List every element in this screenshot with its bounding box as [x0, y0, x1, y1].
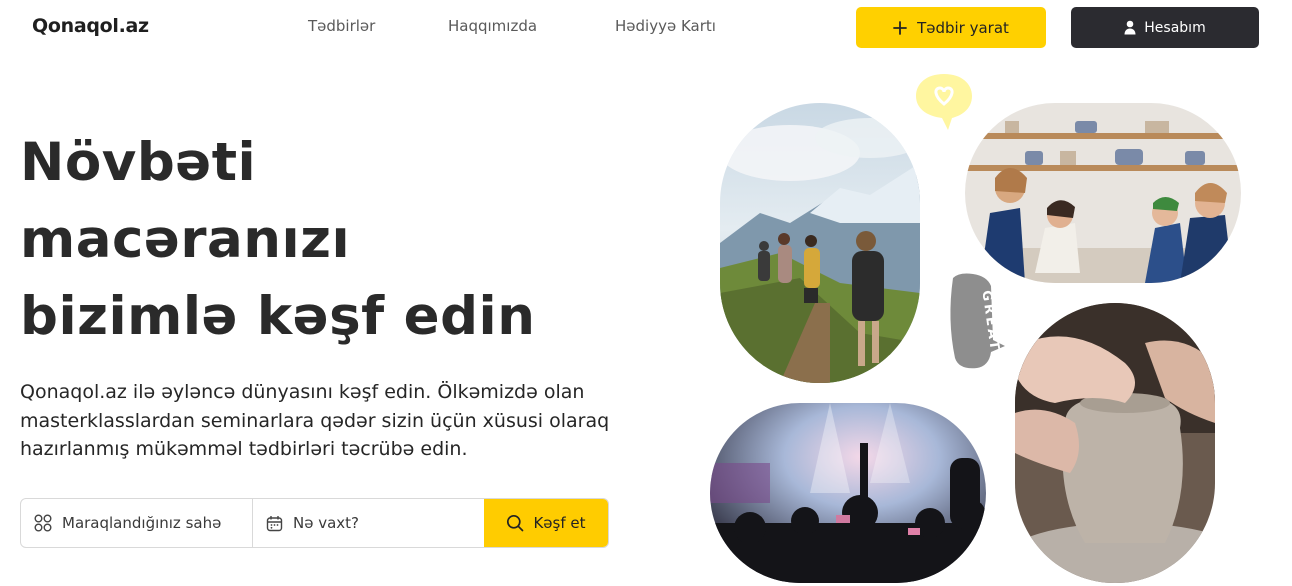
hero-title: Növbəti macəranızı bizimlə kəşf edin	[20, 124, 535, 355]
nav-link-events[interactable]: Tədbirlər	[308, 17, 375, 35]
interest-placeholder: Maraqlandığınız sahə	[62, 514, 222, 532]
site-logo[interactable]: Qonaqol.az	[32, 15, 149, 37]
concert-photo	[710, 403, 986, 583]
hiking-photo	[720, 103, 920, 383]
account-button[interactable]: Hesabım	[1071, 7, 1259, 48]
hero-title-line-2: macəranızı	[20, 209, 351, 270]
account-label: Hesabım	[1144, 19, 1206, 36]
heart-sticker-icon	[916, 74, 972, 130]
hero-title-line-1: Növbəti	[20, 132, 257, 193]
create-event-label: Tədbir yarat	[917, 18, 1009, 37]
hero-description: Qonaqol.az ilə əyləncə dünyasını kəşf ed…	[20, 381, 610, 460]
create-event-button[interactable]: Tədbir yarat	[856, 7, 1046, 48]
plus-icon	[893, 20, 907, 35]
grid-icon	[34, 514, 52, 532]
interest-select[interactable]: Maraqlandığınız sahə	[21, 499, 253, 547]
calendar-icon	[266, 515, 283, 531]
hero-title-line-3: bizimlə kəşf edin	[20, 286, 536, 347]
great-sticker: GREAT	[945, 270, 1009, 378]
pottery-wheel-photo	[1015, 303, 1215, 583]
pottery-class-photo	[965, 103, 1241, 283]
user-icon	[1124, 20, 1136, 35]
date-placeholder: Nə vaxt?	[293, 514, 360, 532]
nav-link-gift-card[interactable]: Hədiyyə Kartı	[615, 17, 716, 35]
search-submit-button[interactable]: Kəşf et	[484, 499, 608, 547]
date-select[interactable]: Nə vaxt?	[253, 499, 484, 547]
speech-bubble-icon	[950, 273, 1005, 369]
search-submit-label: Kəşf et	[533, 514, 586, 532]
search-bar: Maraqlandığınız sahə Nə vaxt? Kəşf et	[20, 498, 609, 548]
search-icon	[507, 514, 524, 532]
nav-link-about[interactable]: Haqqımızda	[448, 17, 537, 35]
